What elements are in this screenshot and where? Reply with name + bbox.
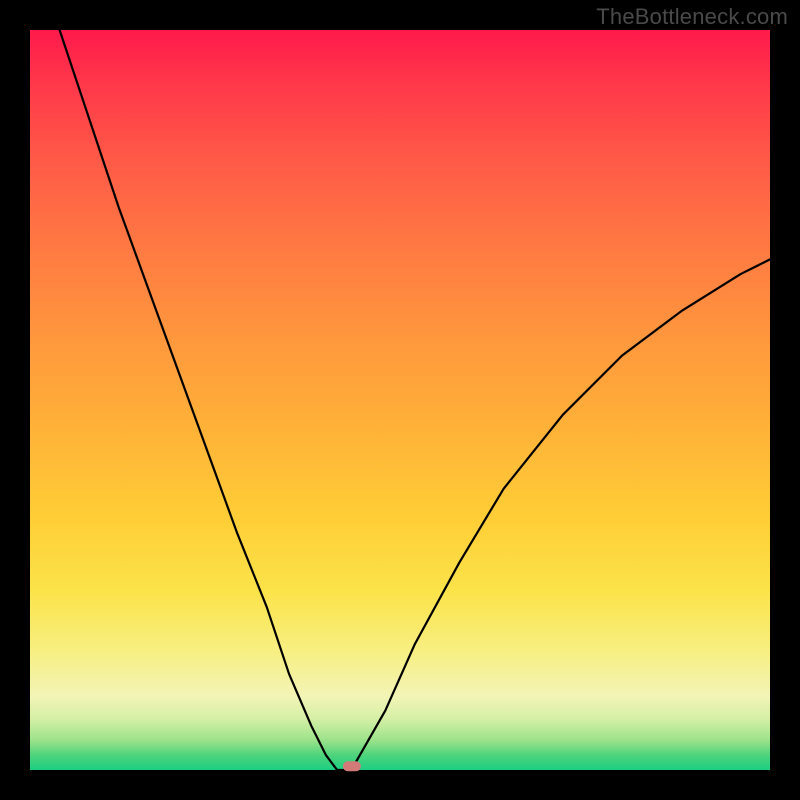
minimum-marker xyxy=(343,761,361,771)
bottleneck-curve-path xyxy=(60,30,770,770)
chart-container: TheBottleneck.com xyxy=(0,0,800,800)
watermark-text: TheBottleneck.com xyxy=(596,4,788,30)
curve-layer xyxy=(30,30,770,770)
plot-area xyxy=(30,30,770,770)
